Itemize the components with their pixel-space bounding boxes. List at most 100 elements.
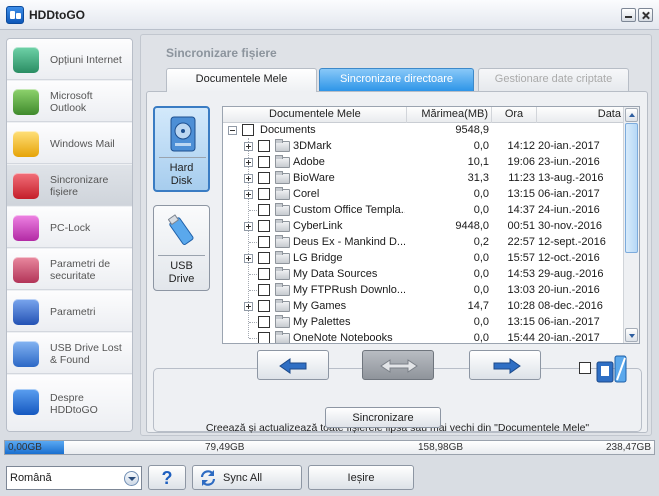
expand-toggle[interactable] xyxy=(244,174,253,183)
row-checkbox[interactable] xyxy=(258,172,270,184)
sync-both-button[interactable] xyxy=(362,350,434,380)
row-size: 0,0 xyxy=(473,188,489,200)
row-checkbox[interactable] xyxy=(258,236,270,248)
sync-arrows-icon xyxy=(200,470,216,486)
row-name: CyberLink xyxy=(293,220,343,232)
row-name: LG Bridge xyxy=(293,252,343,264)
table-row[interactable]: CyberLink 9448,0 00:51 30-nov.-2016 xyxy=(223,218,625,234)
table-row[interactable]: OneNote Notebooks 0,0 15:44 20-ian.-2017 xyxy=(223,330,625,343)
row-name: Deus Ex - Mankind D... xyxy=(293,236,405,248)
row-time: 13:15 xyxy=(507,316,535,328)
help-button[interactable]: ? xyxy=(148,465,186,490)
copy-left-button[interactable] xyxy=(257,350,329,380)
row-checkbox[interactable] xyxy=(258,268,270,280)
tree-scrollbar[interactable] xyxy=(623,107,639,343)
row-checkbox[interactable] xyxy=(258,252,270,264)
sidebar-item-label: Parametri de securitate xyxy=(50,257,111,282)
sidebar-item-usb-lost-found[interactable]: USB Drive Lost & Found xyxy=(7,333,132,374)
scroll-up-button[interactable] xyxy=(625,108,638,122)
chevron-down-icon[interactable] xyxy=(124,471,139,486)
folder-icon xyxy=(275,331,290,343)
column-header-name[interactable]: Documentele Mele xyxy=(223,107,407,123)
file-tree[interactable]: Documentele Mele Mărimea(MB) Ora Data Do… xyxy=(222,106,640,344)
row-checkbox[interactable] xyxy=(242,124,254,136)
usb-drive-button[interactable]: USB Drive xyxy=(153,205,210,291)
sidebar-item-windows-mail[interactable]: Windows Mail xyxy=(7,123,132,164)
row-date: 30-nov.-2016 xyxy=(538,220,603,232)
tab-folder-sync[interactable]: Sincronizare directoare xyxy=(319,68,474,91)
row-checkbox[interactable] xyxy=(258,284,270,296)
row-time: 22:57 xyxy=(507,236,535,248)
row-time: 19:06 xyxy=(507,156,535,168)
tree-root-row[interactable]: Documents 9548,9 xyxy=(223,122,625,138)
tab-encrypted-data[interactable]: Gestionare date criptate xyxy=(478,68,629,91)
page-title: Sincronizare fișiere xyxy=(166,46,277,60)
expand-toggle[interactable] xyxy=(244,158,253,167)
row-checkbox[interactable] xyxy=(258,316,270,328)
row-name: Adobe xyxy=(293,156,325,168)
table-row[interactable]: Custom Office Templa... 0,0 14:37 24-iun.-2… xyxy=(223,202,625,218)
scroll-thumb[interactable] xyxy=(625,123,638,253)
row-checkbox[interactable] xyxy=(258,156,270,168)
column-header-size[interactable]: Mărimea(MB) xyxy=(407,107,492,123)
expand-toggle[interactable] xyxy=(244,142,253,151)
sidebar-item-file-sync[interactable]: Sincronizare fișiere xyxy=(7,165,132,206)
expand-toggle[interactable] xyxy=(244,254,253,263)
device-label-line: Hard xyxy=(169,162,194,174)
row-checkbox[interactable] xyxy=(258,220,270,232)
row-checkbox[interactable] xyxy=(258,300,270,312)
row-checkbox[interactable] xyxy=(258,204,270,216)
row-name: My Games xyxy=(293,300,347,312)
table-row[interactable]: Corel 0,0 13:15 06-ian.-2017 xyxy=(223,186,625,202)
outlook-icon xyxy=(13,89,39,115)
expand-toggle[interactable] xyxy=(244,190,253,199)
column-header-time[interactable]: Ora xyxy=(492,107,537,123)
copy-right-button[interactable] xyxy=(469,350,541,380)
row-time: 10:28 xyxy=(507,300,535,312)
row-time: 15:57 xyxy=(507,252,535,264)
row-size: 9448,0 xyxy=(455,220,489,232)
row-checkbox[interactable] xyxy=(258,188,270,200)
row-size: 0,2 xyxy=(473,236,489,248)
sidebar-item-microsoft-outlook[interactable]: Microsoft Outlook xyxy=(7,81,132,122)
row-checkbox[interactable] xyxy=(258,332,270,343)
table-row[interactable]: My Games 14,7 10:28 08-dec.-2016 xyxy=(223,298,625,314)
table-row[interactable]: My Data Sources 0,0 14:53 29-aug.-2016 xyxy=(223,266,625,282)
sidebar-item-label: Opțiuni Internet xyxy=(50,53,122,66)
sidebar-item-pc-lock[interactable]: PC-Lock xyxy=(7,207,132,248)
sidebar-item-internet-options[interactable]: Opțiuni Internet xyxy=(7,39,132,80)
sidebar-item-security-settings[interactable]: Parametri de securitate xyxy=(7,249,132,290)
row-date: 06-ian.-2017 xyxy=(538,316,600,328)
scroll-down-button[interactable] xyxy=(625,328,638,342)
column-header-date[interactable]: Data xyxy=(537,107,625,123)
sync-option-checkbox[interactable] xyxy=(579,362,591,374)
padlock-icon xyxy=(13,257,39,283)
tab-my-documents[interactable]: Documentele Mele xyxy=(166,68,317,92)
minimize-button[interactable] xyxy=(621,8,636,22)
sidebar-item-about[interactable]: Despre HDDtoGO xyxy=(7,375,132,431)
folder-icon xyxy=(275,139,290,152)
usb-drive-icon xyxy=(168,214,194,245)
sidebar-item-settings[interactable]: Parametri xyxy=(7,291,132,332)
row-checkbox[interactable] xyxy=(258,140,270,152)
expand-toggle[interactable] xyxy=(244,302,253,311)
table-row[interactable]: LG Bridge 0,0 15:57 12-oct.-2016 xyxy=(223,250,625,266)
collapse-toggle[interactable] xyxy=(228,126,237,135)
help-icon: ? xyxy=(161,467,173,488)
expand-toggle[interactable] xyxy=(244,222,253,231)
device-label-line: USB xyxy=(170,260,193,272)
sync-all-button[interactable]: Sync All xyxy=(192,465,302,490)
exit-button[interactable]: Ieșire xyxy=(308,465,414,490)
language-select[interactable]: Română xyxy=(6,466,142,490)
folder-icon xyxy=(275,155,290,168)
table-row[interactable]: Adobe 10,1 19:06 23-iun.-2016 xyxy=(223,154,625,170)
table-row[interactable]: 3DMark 0,0 14:12 20-ian.-2017 xyxy=(223,138,625,154)
close-button[interactable] xyxy=(638,8,653,22)
table-row[interactable]: BioWare 31,3 11:23 13-aug.-2016 xyxy=(223,170,625,186)
sidebar-item-label: PC-Lock xyxy=(50,221,91,234)
hard-disk-button[interactable]: Hard Disk xyxy=(153,106,210,192)
table-row[interactable]: Deus Ex - Mankind D... 0,2 22:57 12-sept.-2… xyxy=(223,234,625,250)
table-row[interactable]: My FTPRush Downlo... 0,0 13:03 20-iun.-2016 xyxy=(223,282,625,298)
sync-button[interactable]: Sincronizare xyxy=(325,407,441,428)
table-row[interactable]: My Palettes 0,0 13:15 06-ian.-2017 xyxy=(223,314,625,330)
